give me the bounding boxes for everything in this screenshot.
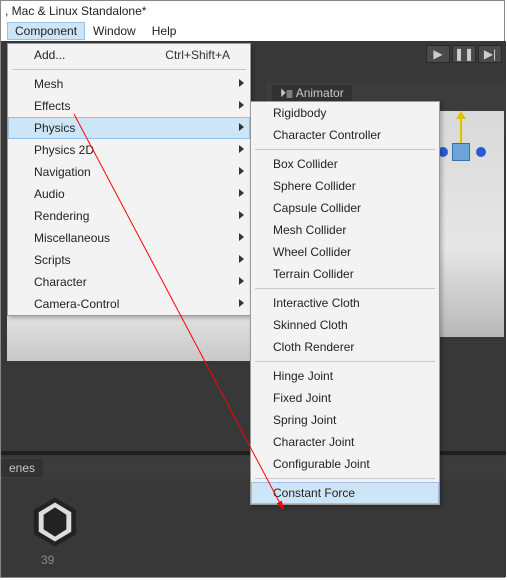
menu-item-scripts[interactable]: Scripts	[8, 249, 250, 271]
play-button[interactable]: ▶	[426, 45, 450, 63]
menu-label: Scripts	[34, 253, 71, 267]
menu-label: Effects	[34, 99, 70, 113]
submenu-arrow-icon	[239, 167, 244, 175]
menu-window[interactable]: Window	[85, 22, 144, 40]
submenu-arrow-icon	[239, 255, 244, 263]
menu-item-capsule-collider[interactable]: Capsule Collider	[251, 197, 439, 219]
submenu-arrow-icon	[239, 145, 244, 153]
menu-item-constant-force[interactable]: Constant Force	[251, 482, 439, 504]
menu-label: Capsule Collider	[273, 201, 361, 215]
menu-label: Add...	[34, 48, 65, 62]
menu-label: Physics	[34, 121, 75, 135]
menu-item-navigation[interactable]: Navigation	[8, 161, 250, 183]
menu-separator	[255, 361, 435, 362]
submenu-arrow-icon	[239, 79, 244, 87]
menu-label: Skinned Cloth	[273, 318, 348, 332]
menu-label: Character	[34, 275, 87, 289]
submenu-arrow-icon	[239, 123, 244, 131]
menu-label: Cloth Renderer	[273, 340, 354, 354]
menu-label: Rigidbody	[273, 106, 326, 120]
menu-separator	[255, 478, 435, 479]
menu-item-interactive-cloth[interactable]: Interactive Cloth	[251, 292, 439, 314]
menu-item-rendering[interactable]: Rendering	[8, 205, 250, 227]
menu-label: Terrain Collider	[273, 267, 354, 281]
menu-item-character-controller[interactable]: Character Controller	[251, 124, 439, 146]
pause-button[interactable]: ❚❚	[452, 45, 476, 63]
menu-item-audio[interactable]: Audio	[8, 183, 250, 205]
menu-label: Character Controller	[273, 128, 381, 142]
physics-submenu: Rigidbody Character Controller Box Colli…	[250, 101, 440, 505]
unity-logo-icon[interactable]	[29, 496, 81, 548]
menu-separator	[12, 69, 246, 70]
animator-icon: ⏵≣	[280, 86, 293, 100]
menu-item-fixed-joint[interactable]: Fixed Joint	[251, 387, 439, 409]
menu-label: Physics 2D	[34, 143, 94, 157]
menu-label: Fixed Joint	[273, 391, 331, 405]
menu-component[interactable]: Component	[7, 22, 85, 40]
menubar: Component Window Help	[1, 21, 504, 41]
step-icon: ▶|	[484, 47, 496, 61]
menu-item-rigidbody[interactable]: Rigidbody	[251, 102, 439, 124]
menu-label: Hinge Joint	[273, 369, 333, 383]
submenu-arrow-icon	[239, 211, 244, 219]
menu-help[interactable]: Help	[144, 22, 185, 40]
submenu-arrow-icon	[239, 233, 244, 241]
menu-label: Camera-Control	[34, 297, 119, 311]
menu-item-character-joint[interactable]: Character Joint	[251, 431, 439, 453]
menu-item-mesh[interactable]: Mesh	[8, 73, 250, 95]
menu-item-camera-control[interactable]: Camera-Control	[8, 293, 250, 315]
component-menu: Add... Ctrl+Shift+A Mesh Effects Physics…	[7, 43, 251, 316]
play-icon: ▶	[433, 47, 442, 61]
menu-item-effects[interactable]: Effects	[8, 95, 250, 117]
menu-item-add[interactable]: Add... Ctrl+Shift+A	[8, 44, 250, 66]
menu-item-mesh-collider[interactable]: Mesh Collider	[251, 219, 439, 241]
menu-item-wheel-collider[interactable]: Wheel Collider	[251, 241, 439, 263]
menu-label: Audio	[34, 187, 65, 201]
submenu-arrow-icon	[239, 277, 244, 285]
menu-item-sphere-collider[interactable]: Sphere Collider	[251, 175, 439, 197]
menu-label: Mesh Collider	[273, 223, 346, 237]
menu-label: Configurable Joint	[273, 457, 370, 471]
axis-gizmo[interactable]	[432, 117, 492, 177]
menu-item-hinge-joint[interactable]: Hinge Joint	[251, 365, 439, 387]
menu-item-physics[interactable]: Physics	[8, 117, 250, 139]
menu-item-spring-joint[interactable]: Spring Joint	[251, 409, 439, 431]
menu-item-skinned-cloth[interactable]: Skinned Cloth	[251, 314, 439, 336]
animator-tab[interactable]: ⏵≣ Animator	[272, 85, 352, 102]
asset-number: 39	[41, 553, 54, 567]
submenu-arrow-icon	[239, 299, 244, 307]
pause-icon: ❚❚	[454, 47, 474, 61]
menu-shortcut: Ctrl+Shift+A	[165, 48, 230, 62]
menu-label: Interactive Cloth	[273, 296, 360, 310]
gizmo-handle-icon	[476, 147, 486, 157]
animator-tab-label: Animator	[296, 86, 344, 100]
menu-item-character[interactable]: Character	[8, 271, 250, 293]
menu-label: Spring Joint	[273, 413, 336, 427]
menu-item-physics2d[interactable]: Physics 2D	[8, 139, 250, 161]
menu-label: Character Joint	[273, 435, 354, 449]
menu-label: Box Collider	[273, 157, 338, 171]
menu-separator	[255, 288, 435, 289]
gizmo-cube-icon	[452, 143, 470, 161]
window-title: , Mac & Linux Standalone*	[1, 1, 504, 21]
step-button[interactable]: ▶|	[478, 45, 502, 63]
menu-item-terrain-collider[interactable]: Terrain Collider	[251, 263, 439, 285]
menu-label: Navigation	[34, 165, 91, 179]
menu-item-box-collider[interactable]: Box Collider	[251, 153, 439, 175]
scenes-tab[interactable]: enes	[1, 459, 43, 477]
menu-separator	[255, 149, 435, 150]
menu-label: Miscellaneous	[34, 231, 110, 245]
playback-controls: ▶ ❚❚ ▶|	[426, 45, 502, 63]
menu-item-configurable-joint[interactable]: Configurable Joint	[251, 453, 439, 475]
menu-label: Constant Force	[273, 486, 355, 500]
menu-label: Rendering	[34, 209, 89, 223]
submenu-arrow-icon	[239, 189, 244, 197]
menu-item-misc[interactable]: Miscellaneous	[8, 227, 250, 249]
menu-label: Mesh	[34, 77, 63, 91]
menu-label: Wheel Collider	[273, 245, 351, 259]
submenu-arrow-icon	[239, 101, 244, 109]
menu-item-cloth-renderer[interactable]: Cloth Renderer	[251, 336, 439, 358]
menu-label: Sphere Collider	[273, 179, 356, 193]
